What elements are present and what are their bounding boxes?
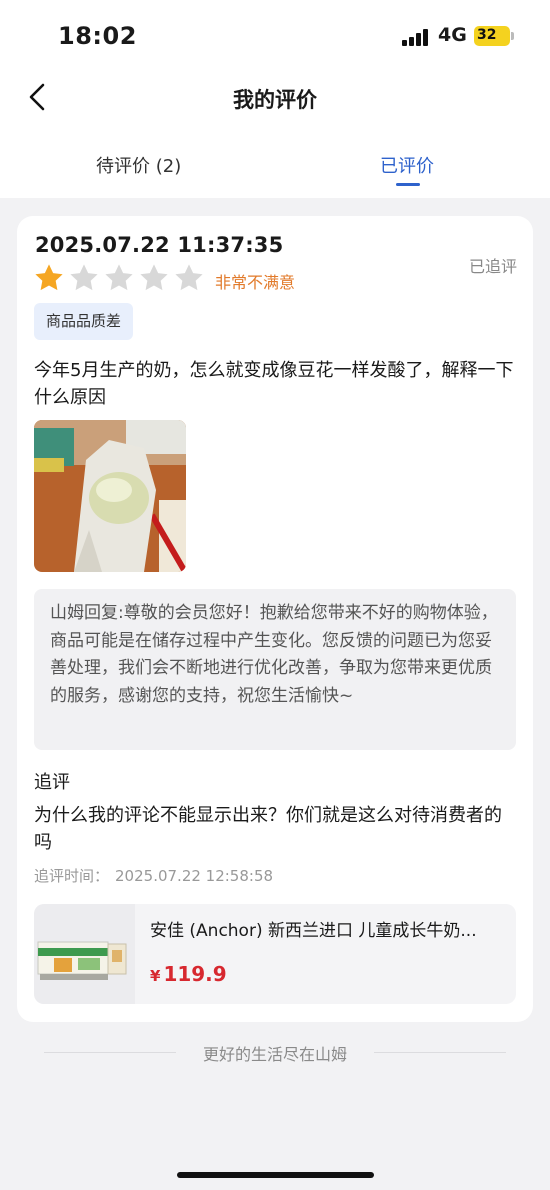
followup-title: 追评 <box>34 772 70 793</box>
star-icon <box>35 264 63 291</box>
review-photo[interactable] <box>34 420 186 572</box>
active-tab-indicator <box>396 183 420 186</box>
tab-pending-review[interactable]: 待评价 (2) <box>96 152 181 178</box>
battery-cap <box>511 32 514 40</box>
battery-icon: 32 <box>474 26 510 46</box>
price-value: 119.9 <box>163 962 227 986</box>
battery-level: 32 <box>477 27 497 43</box>
star-icon <box>140 264 168 291</box>
footer-slogan: 更好的生活尽在山姆 <box>202 1045 347 1064</box>
home-indicator <box>177 1172 374 1178</box>
review-time: 2025.07.22 11:37:35 <box>35 233 284 257</box>
rating-text: 非常不满意 <box>215 273 296 292</box>
header-area: 18:02 4G 32 我的评价 待评价 (2) 已评价 <box>0 0 550 198</box>
followup-time: 追评时间： 2025.07.22 12:58:58 <box>34 865 273 886</box>
signal-icon <box>402 28 430 46</box>
network-type: 4G <box>438 24 467 46</box>
tab-reviewed[interactable]: 已评价 <box>380 152 434 178</box>
product-image <box>34 904 135 1004</box>
followup-time-value: 2025.07.22 12:58:58 <box>115 867 274 885</box>
followup-time-label: 追评时间： <box>34 867 110 885</box>
followed-status: 已追评 <box>468 257 517 276</box>
merchant-reply: 山姆回复:尊敬的会员您好！抱歉给您带来不好的购物体验，商品可能是在储存过程中产生… <box>34 589 516 750</box>
review-tag: 商品品质差 <box>34 303 134 340</box>
product-card[interactable]: 安佳 (Anchor) 新西兰进口 儿童成长牛奶... ¥119.9 <box>34 904 516 1004</box>
review-photo-image <box>34 420 186 572</box>
product-name: 安佳 (Anchor) 新西兰进口 儿童成长牛奶... <box>150 921 477 941</box>
review-card: 2025.07.22 11:37:35 已追评 非常不满意 商品品质差 今年5月… <box>17 216 533 1022</box>
star-icon <box>70 264 98 291</box>
footer-divider-right <box>374 1052 506 1053</box>
product-price: ¥119.9 <box>150 962 227 986</box>
star-icon <box>105 264 133 291</box>
review-text: 今年5月生产的奶，怎么就变成像豆花一样发酸了，解释一下什么原因 <box>34 360 514 408</box>
status-bar: 18:02 4G 32 <box>0 0 550 70</box>
status-time: 18:02 <box>58 22 137 50</box>
price-currency: ¥ <box>150 967 161 985</box>
followup-text: 为什么我的评论不能显示出来？你们就是这么对待消费者的吗 <box>34 805 502 853</box>
page-title: 我的评价 <box>233 88 317 112</box>
star-icon <box>175 264 203 291</box>
